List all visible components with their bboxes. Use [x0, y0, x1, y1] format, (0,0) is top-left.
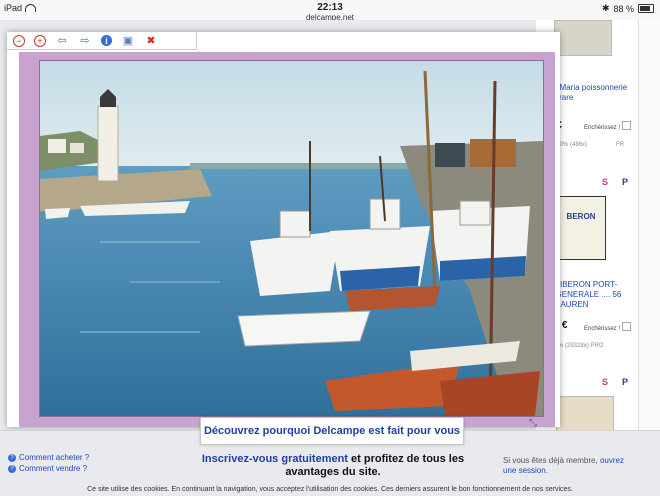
signup-text: Inscrivez-vous gratuitement et profitez …	[178, 453, 488, 479]
postcard-photo[interactable]	[39, 60, 544, 417]
clock: 22:13	[317, 2, 343, 13]
window-icon[interactable]: ▣	[121, 34, 135, 48]
ios-status-bar: iPad 22:13 delcampe.net ✱ 88 %	[0, 0, 660, 22]
member-label: Si vous êtes déjà membre,	[503, 456, 598, 465]
bid-button-2[interactable]: Enchérissez !	[584, 322, 631, 332]
bid-button-1[interactable]: Enchérissez !	[584, 121, 631, 131]
previous-icon[interactable]: ⇦	[55, 34, 69, 48]
viewer-toolbar: − + ⇦ ⇨ i ▣ ✖	[7, 32, 197, 50]
battery-percent: 88 %	[613, 3, 634, 14]
image-viewer: − + ⇦ ⇨ i ▣ ✖ ⤡	[7, 32, 560, 429]
paypal-icon: P	[622, 177, 629, 187]
s-badge-icon: S	[602, 177, 609, 187]
help-sell-link[interactable]: ? Comment vendre ?	[8, 464, 87, 473]
question-icon: ?	[8, 464, 16, 473]
listing-thumbnail-2[interactable]: BERON	[556, 196, 606, 260]
help-buy-label[interactable]: Comment acheter ?	[19, 453, 89, 462]
zoom-out-icon[interactable]: −	[13, 34, 25, 47]
help-sell-label[interactable]: Comment vendre ?	[19, 464, 87, 473]
help-buy-link[interactable]: ? Comment acheter ?	[8, 453, 89, 462]
info-icon[interactable]: i	[101, 35, 112, 46]
page-scrollbar[interactable]	[638, 20, 660, 440]
signup-link[interactable]: Inscrivez-vous gratuitement	[202, 453, 348, 465]
question-icon: ?	[8, 453, 16, 462]
cookie-notice: Ce site utilise des cookies. En continua…	[87, 486, 573, 493]
listing-thumbnail-1[interactable]	[554, 20, 612, 56]
bluetooth-icon: ✱	[601, 3, 610, 13]
harbor-scene	[40, 61, 543, 416]
battery-icon	[638, 4, 654, 13]
member-text: Si vous êtes déjà membre, ouvrez une ses…	[503, 456, 638, 476]
country-flag-1: FR	[616, 142, 624, 148]
s-badge-icon: S	[602, 377, 609, 387]
next-icon[interactable]: ⇨	[78, 34, 92, 48]
zoom-in-icon[interactable]: +	[34, 34, 46, 47]
paypal-icon: P	[622, 377, 629, 387]
close-icon[interactable]: ✖	[144, 34, 158, 48]
promo-banner[interactable]: Découvrez pourquoi Delcampe est fait pou…	[200, 417, 464, 445]
postcard-frame	[19, 52, 555, 427]
status-right: ✱ 88 %	[602, 3, 654, 14]
expand-icon[interactable]: ⤡	[529, 418, 537, 429]
